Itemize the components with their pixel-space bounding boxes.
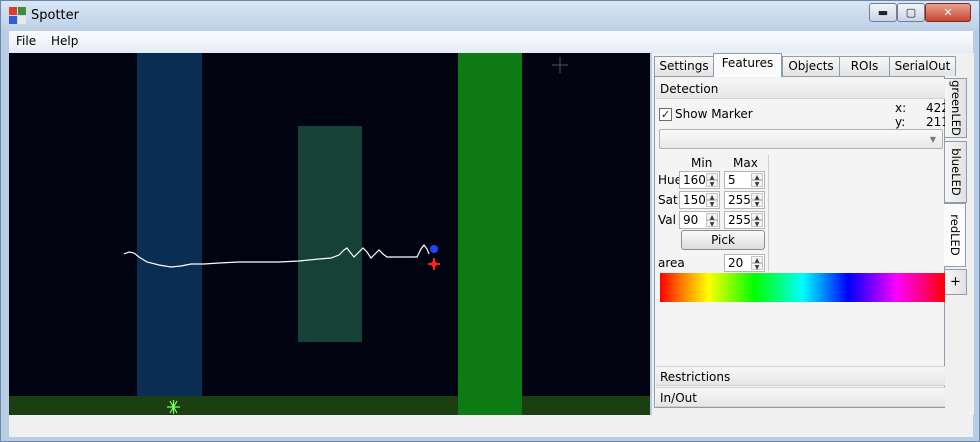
detection-header[interactable]: Detection: [656, 79, 945, 99]
sat-label: Sat: [658, 193, 678, 207]
spin-arrows-icon[interactable]: ▲ ▼: [751, 213, 763, 228]
area-label: area: [658, 256, 685, 270]
val-min-value: 90: [683, 213, 699, 227]
menu-file[interactable]: File: [16, 34, 36, 48]
video-canvas: [9, 53, 650, 415]
plus-icon: +: [950, 274, 961, 290]
side-tab-greenled-label: greenLED: [948, 80, 963, 136]
close-button[interactable]: ✕: [925, 3, 971, 22]
pick-button[interactable]: Pick: [681, 230, 765, 250]
sat-min-value: 150: [683, 193, 706, 207]
window-title: Spotter: [31, 8, 79, 23]
tab-objects[interactable]: Objects: [782, 56, 840, 76]
spin-arrows-icon[interactable]: ▲ ▼: [706, 193, 718, 208]
tab-settings[interactable]: Settings: [654, 56, 714, 76]
red-led-dot: [431, 261, 437, 267]
menu-bar: File Help: [9, 31, 973, 53]
status-bar: [9, 415, 973, 437]
area-value: 20: [728, 256, 744, 270]
val-max-spinbox[interactable]: 255 ▲ ▼: [724, 211, 765, 229]
sat-max-value: 255: [728, 193, 751, 207]
hue-max-value: 5: [728, 173, 736, 187]
hue-min-value: 160: [683, 173, 706, 187]
menu-help[interactable]: Help: [51, 34, 78, 48]
area-spinbox[interactable]: 20 ▲ ▼: [724, 254, 765, 272]
hue-max-spinbox[interactable]: 5 ▲ ▼: [724, 171, 765, 189]
val-label: Val: [658, 213, 676, 227]
col-max-label: Max: [733, 156, 758, 170]
teal-roi-region[interactable]: [298, 126, 362, 342]
green-roi-region[interactable]: [458, 53, 522, 415]
val-max-value: 255: [728, 213, 751, 227]
app-icon: [9, 7, 27, 25]
video-view[interactable]: [9, 53, 650, 415]
hue-min-spinbox[interactable]: 160 ▲ ▼: [679, 171, 720, 189]
spin-arrows-icon[interactable]: ▲ ▼: [751, 173, 763, 188]
object-select-dropdown[interactable]: ▼: [659, 129, 943, 149]
tab-rois[interactable]: ROIs: [839, 56, 890, 76]
application-window: Spotter ▬ ▢ ✕ File Help Settings Feature…: [0, 0, 980, 442]
maximize-button[interactable]: ▢: [897, 3, 925, 22]
title-bar[interactable]: Spotter ▬ ▢ ✕: [1, 1, 979, 31]
sat-max-spinbox[interactable]: 255 ▲ ▼: [724, 191, 765, 209]
in-out-header[interactable]: In/Out: [656, 387, 945, 407]
tab-features[interactable]: Features: [713, 53, 782, 77]
hue-spectrum-bar[interactable]: [660, 273, 945, 302]
floor-band: [9, 396, 650, 415]
blue-roi-region[interactable]: [137, 53, 202, 415]
add-side-tab-button[interactable]: +: [945, 269, 967, 295]
spin-arrows-icon[interactable]: ▲ ▼: [706, 173, 718, 188]
side-tab-blueled-label: blueLED: [948, 148, 963, 196]
chevron-down-icon: ▼: [929, 135, 936, 144]
side-tab-blueled[interactable]: blueLED: [945, 141, 967, 203]
features-tab-body: Detection ✓ Show Marker x: 422 y: 211 ▼ …: [654, 76, 949, 408]
spin-arrows-icon[interactable]: ▲ ▼: [706, 213, 718, 228]
spin-arrows-icon[interactable]: ▲ ▼: [751, 193, 763, 208]
sat-min-spinbox[interactable]: 150 ▲ ▼: [679, 191, 720, 209]
val-min-spinbox[interactable]: 90 ▲ ▼: [679, 211, 720, 229]
minimize-button[interactable]: ▬: [869, 3, 897, 22]
y-label: y:: [895, 115, 906, 129]
x-label: x:: [895, 101, 907, 115]
tab-serialout[interactable]: SerialOut: [889, 56, 956, 76]
side-tab-greenled[interactable]: greenLED: [945, 78, 967, 138]
restrictions-header[interactable]: Restrictions: [656, 366, 945, 386]
show-marker-label: Show Marker: [675, 107, 753, 121]
col-min-label: Min: [691, 156, 713, 170]
side-tab-redled[interactable]: redLED: [944, 203, 966, 267]
blue-led-marker: [430, 245, 438, 253]
show-marker-checkbox[interactable]: ✓: [659, 108, 672, 121]
settings-panel: Settings Features Objects ROIs SerialOut…: [652, 53, 974, 415]
spin-arrows-icon[interactable]: ▲ ▼: [751, 256, 763, 271]
side-tab-redled-label: redLED: [947, 214, 962, 256]
